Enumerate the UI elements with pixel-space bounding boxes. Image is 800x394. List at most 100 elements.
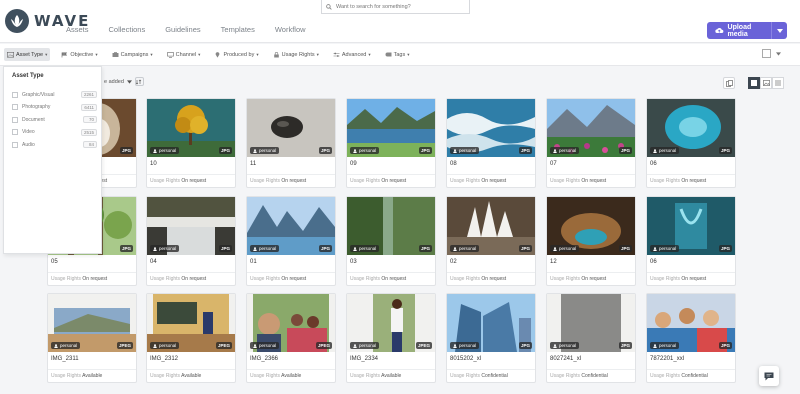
chevron-down-icon[interactable] bbox=[776, 51, 781, 56]
sort-control[interactable]: e added bbox=[104, 77, 144, 86]
asset-type-option[interactable]: Audio 84 bbox=[12, 139, 97, 150]
usage-rights-label: Usage Rights bbox=[350, 178, 381, 184]
filter-label: Channel bbox=[175, 51, 197, 58]
list-view-button[interactable] bbox=[772, 77, 784, 89]
asset-type-option[interactable]: Document 70 bbox=[12, 114, 97, 125]
asset-card[interactable]: personal JPEG IMG_2366 Usage Rights Availab… bbox=[246, 293, 336, 383]
filter-label: Usage Rights bbox=[281, 51, 315, 58]
asset-thumbnail[interactable]: personal JPEG bbox=[347, 294, 435, 352]
nav-templates[interactable]: Templates bbox=[221, 25, 255, 35]
asset-name: 06 bbox=[650, 161, 657, 167]
personal-tag: personal bbox=[550, 342, 580, 349]
personal-tag: personal bbox=[250, 147, 280, 154]
upload-media-button[interactable]: Upload media bbox=[707, 22, 787, 39]
option-checkbox[interactable] bbox=[12, 104, 18, 110]
option-checkbox[interactable] bbox=[12, 141, 18, 148]
filter-produced-by[interactable]: Produced by ▾ bbox=[211, 48, 261, 61]
grid-view-button[interactable] bbox=[748, 77, 760, 89]
nav-collections[interactable]: Collections bbox=[109, 25, 146, 35]
asset-thumbnail[interactable]: personal JPG bbox=[447, 294, 535, 352]
nav-assets[interactable]: Assets bbox=[66, 25, 89, 35]
asset-thumbnail[interactable]: personal JPEG bbox=[147, 294, 235, 352]
asset-type-option[interactable]: Photography 6411 bbox=[12, 102, 97, 113]
filter-campaigns[interactable]: Campaigns ▾ bbox=[109, 48, 156, 61]
user-icon bbox=[653, 246, 657, 251]
filter-channel[interactable]: Channel ▾ bbox=[164, 48, 204, 61]
asset-thumbnail[interactable]: personal JPG bbox=[347, 99, 435, 157]
asset-thumbnail[interactable]: personal JPG bbox=[547, 99, 635, 157]
asset-thumbnail[interactable]: personal JPG bbox=[247, 197, 335, 255]
filter-usage-rights[interactable]: Usage Rights ▾ bbox=[270, 48, 322, 61]
option-checkbox[interactable] bbox=[12, 116, 18, 123]
chevron-down-icon: ▾ bbox=[150, 51, 153, 57]
asset-card[interactable]: personal JPG 04 Usage Rights On request bbox=[146, 196, 236, 286]
filter-label: Tags bbox=[393, 51, 406, 58]
option-label: Video bbox=[22, 129, 35, 135]
asset-card[interactable]: personal JPG 8027241_xl Usage Rights Confid… bbox=[546, 293, 636, 383]
asset-thumbnail[interactable]: personal JPEG bbox=[48, 294, 136, 352]
asset-card[interactable]: personal JPG 02 Usage Rights On request bbox=[446, 196, 536, 286]
asset-thumbnail[interactable]: personal JPEG bbox=[247, 294, 335, 352]
asset-thumbnail[interactable]: personal JPG bbox=[447, 197, 535, 255]
filter-advanced[interactable]: Advanced ▾ bbox=[330, 48, 374, 61]
search-input[interactable] bbox=[336, 3, 466, 10]
usage-rights: Usage Rights Confidential bbox=[550, 373, 608, 379]
nav-guidelines[interactable]: Guidelines bbox=[165, 25, 200, 35]
asset-card[interactable]: personal JPG 12 Usage Rights On request bbox=[546, 196, 636, 286]
asset-card[interactable]: personal JPG 7872201_xxl Usage Rights Confi… bbox=[646, 293, 736, 383]
upload-options-button[interactable] bbox=[771, 22, 787, 39]
asset-thumbnail[interactable]: personal JPG bbox=[147, 197, 235, 255]
asset-thumbnail[interactable]: personal JPG bbox=[647, 294, 735, 352]
personal-tag: personal bbox=[450, 245, 480, 252]
asset-card[interactable]: personal JPG 01 Usage Rights On request bbox=[246, 196, 336, 286]
asset-card[interactable]: personal JPG 06 Usage Rights On request bbox=[646, 98, 736, 188]
copy-button[interactable] bbox=[723, 77, 735, 89]
asset-card[interactable]: personal JPG 11 Usage Rights On request bbox=[246, 98, 336, 188]
asset-thumbnail[interactable]: personal JPG bbox=[547, 294, 635, 352]
option-checkbox[interactable] bbox=[12, 91, 18, 98]
asset-thumbnail[interactable]: personal JPG bbox=[647, 99, 735, 157]
format-badge: JPG bbox=[418, 245, 432, 252]
sort-direction-button[interactable] bbox=[134, 77, 144, 86]
personal-tag-label: personal bbox=[159, 343, 177, 348]
personal-tag: personal bbox=[150, 147, 180, 154]
asset-name: IMG_2366 bbox=[250, 356, 279, 362]
filter-label: Campaigns bbox=[120, 51, 149, 58]
upload-main[interactable]: Upload media bbox=[707, 22, 771, 39]
filter-objective[interactable]: Objective ▾ bbox=[58, 48, 100, 61]
select-all-checkbox[interactable] bbox=[762, 49, 771, 58]
asset-thumbnail[interactable]: personal JPG bbox=[347, 197, 435, 255]
usage-rights-label: Usage Rights bbox=[550, 178, 581, 184]
asset-thumbnail[interactable]: personal JPG bbox=[447, 99, 535, 157]
asset-thumbnail[interactable]: personal JPG bbox=[147, 99, 235, 157]
image-view-button[interactable] bbox=[760, 77, 772, 89]
asset-thumbnail[interactable]: personal JPG bbox=[547, 197, 635, 255]
asset-card[interactable]: personal JPG 06 Usage Rights On request bbox=[646, 196, 736, 286]
asset-type-option[interactable]: Graphic/Visual 2261 bbox=[12, 89, 97, 100]
option-checkbox[interactable] bbox=[12, 129, 18, 135]
nav-workflow[interactable]: Workflow bbox=[275, 25, 306, 35]
filter-label: Objective bbox=[70, 51, 94, 58]
asset-card[interactable]: personal JPG 10 Usage Rights On request bbox=[146, 98, 236, 188]
usage-rights-label: Usage Rights bbox=[450, 276, 481, 282]
asset-type-option[interactable]: Video 2515 bbox=[12, 127, 97, 138]
search-bar[interactable] bbox=[321, 0, 470, 14]
asset-card[interactable]: personal JPG 8015202_xl Usage Rights Confid… bbox=[446, 293, 536, 383]
asset-card[interactable]: personal JPG 09 Usage Rights On request bbox=[346, 98, 436, 188]
asset-thumbnail[interactable]: personal JPG bbox=[247, 99, 335, 157]
personal-tag: personal bbox=[150, 245, 180, 252]
option-label: Graphic/Visual bbox=[22, 91, 55, 98]
asset-card[interactable]: personal JPG 07 Usage Rights On request bbox=[546, 98, 636, 188]
asset-card[interactable]: personal JPEG IMG_2334 Usage Rights Availab… bbox=[346, 293, 436, 383]
lock-icon bbox=[273, 51, 279, 57]
asset-card[interactable]: personal JPG 03 Usage Rights On request bbox=[346, 196, 436, 286]
asset-card[interactable]: personal JPEG IMG_2311 Usage Rights Availab… bbox=[47, 293, 137, 383]
asset-card[interactable]: personal JPEG IMG_2312 Usage Rights Availab… bbox=[146, 293, 236, 383]
user-icon bbox=[353, 246, 357, 251]
filter-tags[interactable]: Tags ▾ bbox=[382, 48, 413, 61]
chat-button[interactable] bbox=[759, 366, 779, 386]
filter-asset-type[interactable]: Asset Type ▾ bbox=[4, 48, 51, 61]
personal-tag-label: personal bbox=[659, 343, 677, 348]
asset-thumbnail[interactable]: personal JPG bbox=[647, 197, 735, 255]
asset-card[interactable]: personal JPG 08 Usage Rights On request bbox=[446, 98, 536, 188]
